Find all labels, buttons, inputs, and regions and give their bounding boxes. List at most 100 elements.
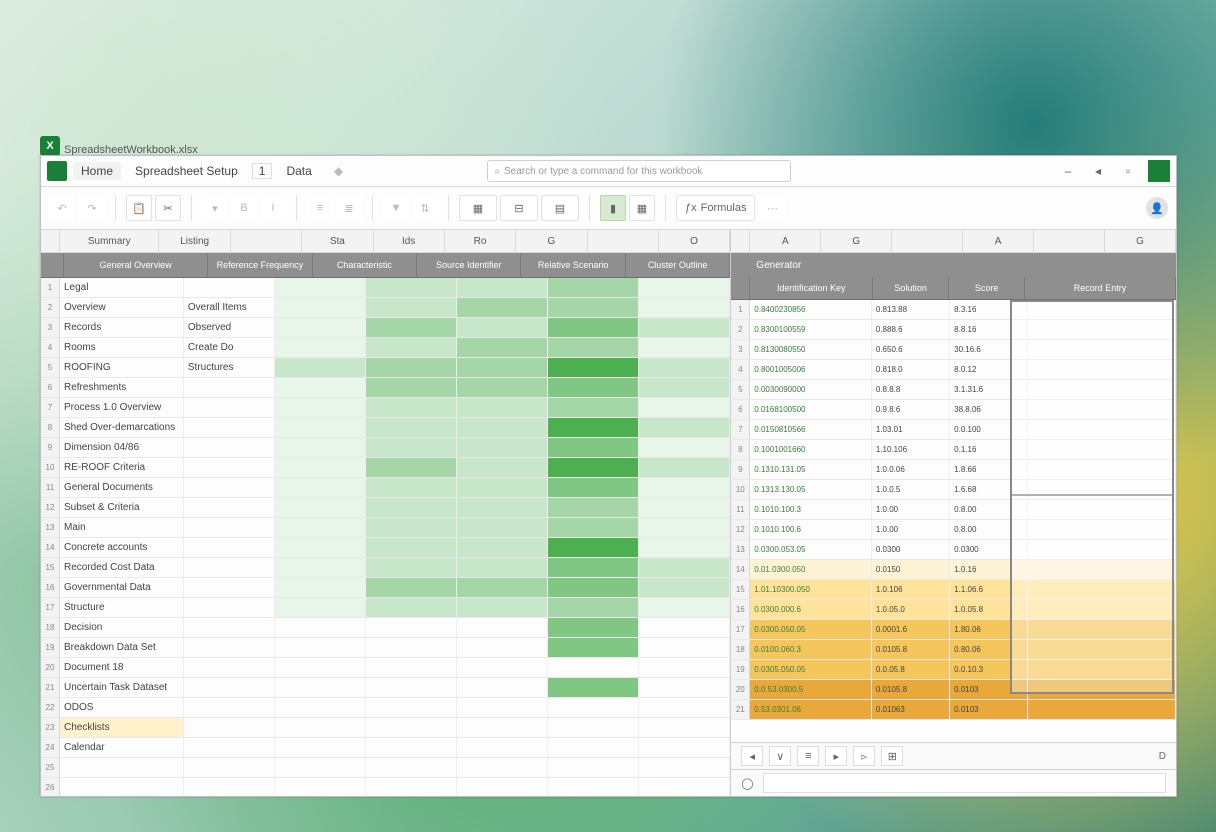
- cell[interactable]: 0.813.88: [872, 300, 950, 319]
- table-row[interactable]: 13Main: [41, 518, 730, 538]
- nav-prev-icon[interactable]: ∨: [769, 746, 791, 766]
- cell[interactable]: [275, 278, 366, 297]
- table-row[interactable]: 24Calendar: [41, 738, 730, 758]
- close-icon[interactable]: ▫: [1118, 161, 1138, 181]
- cell[interactable]: [639, 318, 730, 337]
- cell[interactable]: 1.0.00: [872, 520, 950, 539]
- cell[interactable]: Main: [60, 518, 184, 537]
- cell[interactable]: 0.8300100559: [750, 320, 872, 339]
- cell[interactable]: 0.01.0300.050: [750, 560, 872, 579]
- left-header-cell[interactable]: Source Identifier: [417, 253, 521, 277]
- cell[interactable]: [548, 758, 639, 777]
- column-letter[interactable]: G: [821, 230, 892, 252]
- cell[interactable]: [184, 718, 275, 737]
- cell[interactable]: [275, 678, 366, 697]
- border-icon[interactable]: ▦: [459, 195, 497, 221]
- cell[interactable]: [457, 618, 548, 637]
- row-number[interactable]: 17: [731, 620, 750, 639]
- cell[interactable]: [275, 578, 366, 597]
- cell[interactable]: [457, 718, 548, 737]
- cell[interactable]: Concrete accounts: [60, 538, 184, 557]
- cell[interactable]: 0.0030090000: [750, 380, 872, 399]
- row-number[interactable]: 21: [731, 700, 750, 719]
- cell[interactable]: [548, 538, 639, 557]
- cell[interactable]: Document 18: [60, 658, 184, 677]
- cell[interactable]: 1.0.106: [872, 580, 950, 599]
- cell[interactable]: [184, 398, 275, 417]
- cell[interactable]: [548, 678, 639, 697]
- cell[interactable]: [457, 438, 548, 457]
- row-number[interactable]: 2: [41, 298, 60, 317]
- minimize-icon[interactable]: –: [1058, 161, 1078, 181]
- row-number[interactable]: 10: [41, 458, 60, 477]
- filter-icon[interactable]: ▼: [383, 195, 409, 221]
- bold-icon[interactable]: B: [231, 195, 257, 221]
- column-letter[interactable]: Summary: [60, 230, 159, 252]
- row-number[interactable]: 18: [41, 618, 60, 637]
- cell[interactable]: [548, 378, 639, 397]
- column-letter[interactable]: A: [750, 230, 821, 252]
- cell[interactable]: [457, 738, 548, 757]
- column-letter[interactable]: [231, 230, 302, 252]
- cell[interactable]: [184, 638, 275, 657]
- italic-icon[interactable]: I: [260, 195, 286, 221]
- cell[interactable]: [366, 718, 457, 737]
- row-number[interactable]: 1: [41, 278, 60, 297]
- cell[interactable]: [275, 418, 366, 437]
- cell[interactable]: [366, 598, 457, 617]
- cell[interactable]: [366, 458, 457, 477]
- undo-icon[interactable]: ↶: [49, 195, 75, 221]
- cell[interactable]: [457, 518, 548, 537]
- cell[interactable]: [184, 578, 275, 597]
- cell[interactable]: [548, 418, 639, 437]
- cell[interactable]: [275, 398, 366, 417]
- table-row[interactable]: 1Legal: [41, 278, 730, 298]
- row-number[interactable]: 19: [41, 638, 60, 657]
- column-letter[interactable]: [892, 230, 963, 252]
- font-dropdown[interactable]: ▾: [202, 195, 228, 221]
- column-letter[interactable]: Ro: [445, 230, 516, 252]
- cell[interactable]: 0.0168100500: [750, 400, 872, 419]
- cell[interactable]: [275, 358, 366, 377]
- cell[interactable]: 0.0300.050.05: [750, 620, 872, 639]
- cell[interactable]: [548, 498, 639, 517]
- column-letter[interactable]: Sta: [302, 230, 373, 252]
- row-number[interactable]: 1: [731, 300, 750, 319]
- table-row[interactable]: 10RE-ROOF Criteria: [41, 458, 730, 478]
- column-letter[interactable]: [1034, 230, 1105, 252]
- cell[interactable]: 1.0.05.0: [872, 600, 950, 619]
- cell[interactable]: 0.818.0: [872, 360, 950, 379]
- row-number[interactable]: 8: [731, 440, 750, 459]
- cell[interactable]: 1.10.106: [872, 440, 950, 459]
- cell[interactable]: Records: [60, 318, 184, 337]
- cell[interactable]: [639, 398, 730, 417]
- fill-color-icon[interactable]: ▮: [600, 195, 626, 221]
- left-header-cell[interactable]: Characteristic: [313, 253, 417, 277]
- app-icon[interactable]: [47, 161, 67, 181]
- cell[interactable]: 0.0150810566: [750, 420, 872, 439]
- cell[interactable]: 1.0.0.5: [872, 480, 950, 499]
- cell[interactable]: [457, 378, 548, 397]
- align-center-icon[interactable]: ≣: [336, 195, 362, 221]
- cell[interactable]: [184, 658, 275, 677]
- cell[interactable]: [639, 478, 730, 497]
- left-header-cell[interactable]: Reference Frequency: [208, 253, 312, 277]
- cell[interactable]: [275, 598, 366, 617]
- cell[interactable]: Breakdown Data Set: [60, 638, 184, 657]
- cell[interactable]: [457, 638, 548, 657]
- cell[interactable]: [366, 518, 457, 537]
- cell[interactable]: [457, 298, 548, 317]
- merge-icon[interactable]: ⊟: [500, 195, 538, 221]
- cell[interactable]: [275, 718, 366, 737]
- cell[interactable]: 0.888.6: [872, 320, 950, 339]
- cell[interactable]: 0.01063: [872, 700, 950, 719]
- menu-more-icon[interactable]: ◆: [326, 162, 351, 180]
- cell[interactable]: [548, 718, 639, 737]
- cell[interactable]: Refreshments: [60, 378, 184, 397]
- formulas-button[interactable]: ƒx Formulas: [676, 195, 755, 221]
- cell[interactable]: [548, 698, 639, 717]
- cell[interactable]: [366, 498, 457, 517]
- row-number[interactable]: 6: [41, 378, 60, 397]
- cell[interactable]: [184, 758, 275, 777]
- cell[interactable]: Structure: [60, 598, 184, 617]
